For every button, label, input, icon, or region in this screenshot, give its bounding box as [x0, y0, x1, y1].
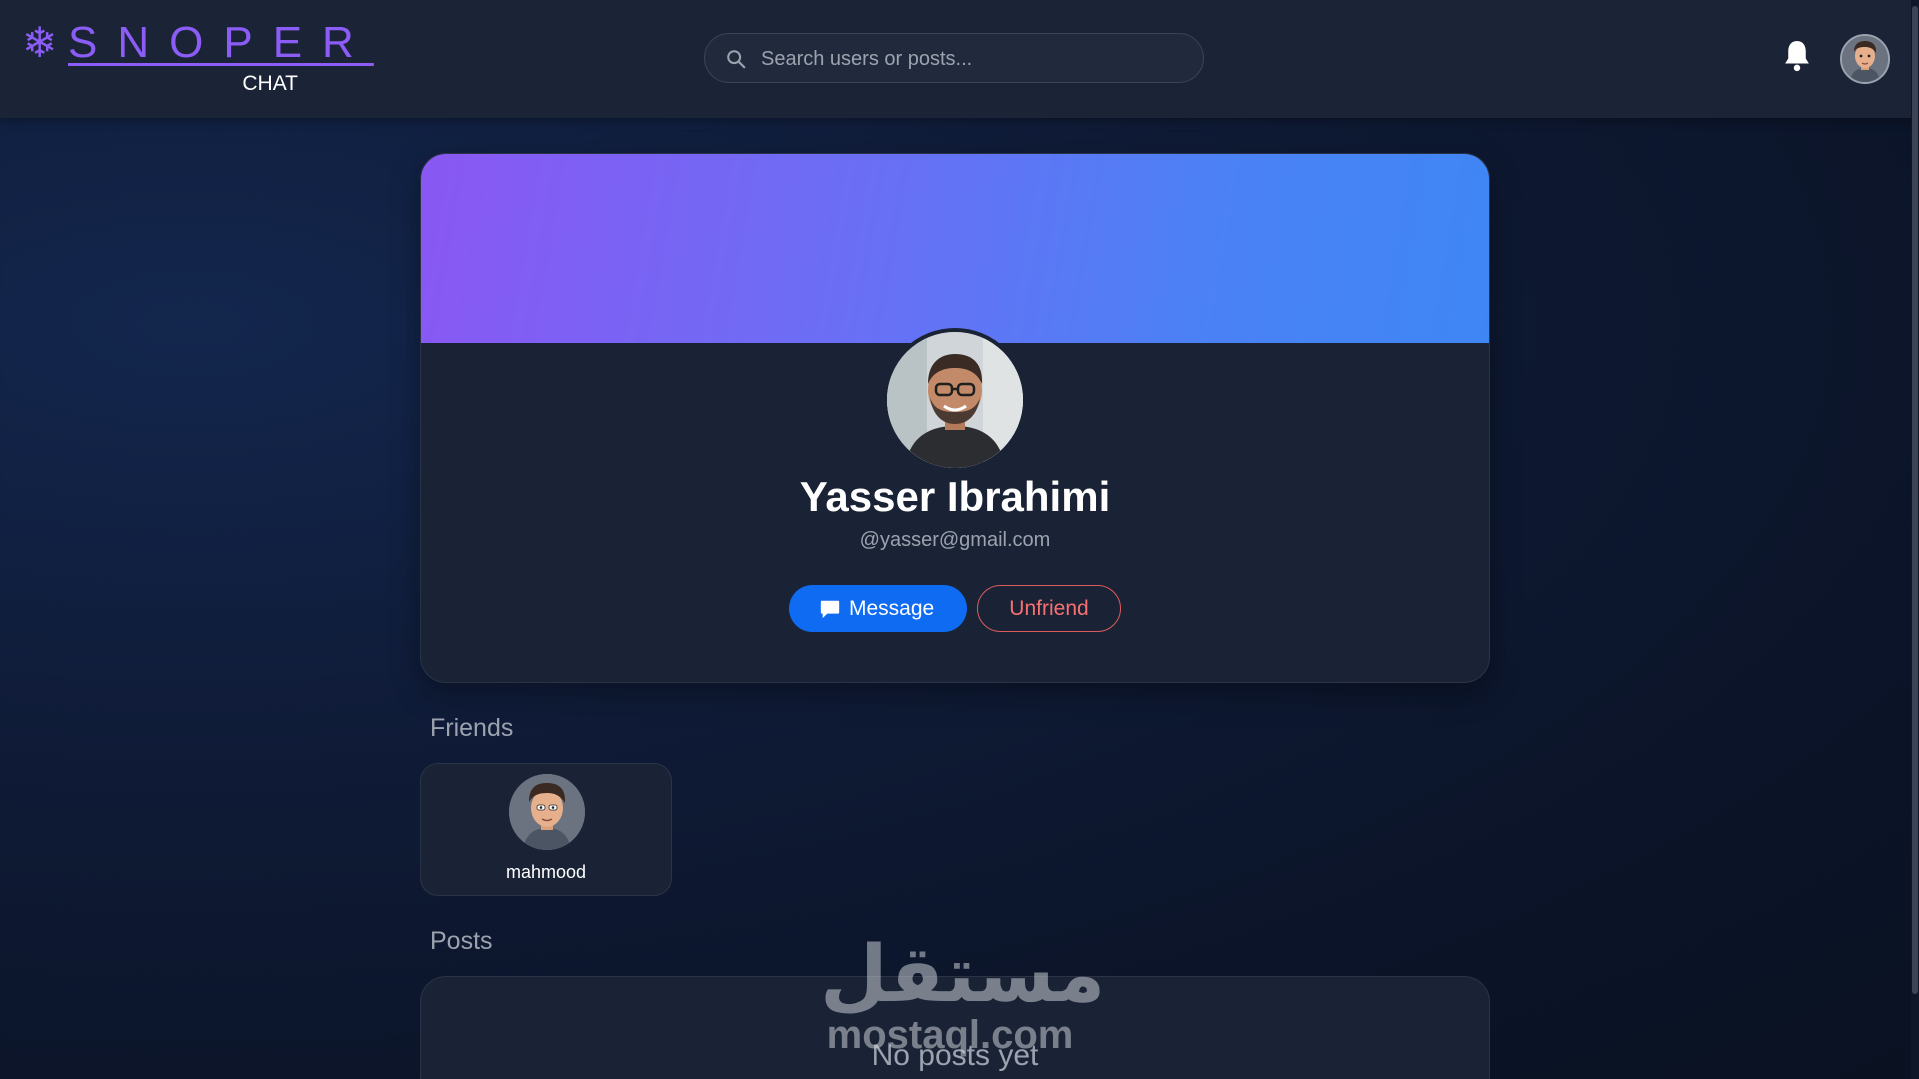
friend-card[interactable]: mahmood: [420, 763, 672, 896]
profile-cover: [421, 154, 1489, 343]
posts-section-title: Posts: [430, 927, 493, 955]
cartoon-avatar-icon: [509, 774, 585, 850]
message-button-label: Message: [849, 597, 935, 620]
profile-email: @yasser@gmail.com: [859, 529, 1051, 551]
profile-name: Yasser Ibrahimi: [799, 473, 1111, 520]
search-bar: [704, 33, 1204, 84]
snowflake-icon: ❄: [22, 19, 58, 66]
friends-section-title: Friends: [430, 714, 514, 742]
scrollbar-track[interactable]: [1911, 0, 1919, 1079]
unfriend-button[interactable]: Unfriend: [977, 585, 1121, 632]
user-avatar[interactable]: [1840, 34, 1890, 84]
search-input[interactable]: [759, 34, 1183, 84]
logo-wordmark: SNOPER: [68, 18, 374, 67]
scrollbar-thumb[interactable]: [1912, 6, 1918, 994]
cartoon-avatar-icon: [1842, 36, 1888, 82]
profile-photo: [887, 332, 1023, 468]
friend-name: mahmood: [505, 862, 587, 882]
chat-bubble-icon: [820, 600, 840, 619]
empty-posts-message: No posts yet: [871, 1039, 1039, 1072]
friend-avatar: [509, 774, 585, 850]
bell-icon[interactable]: [1782, 38, 1812, 74]
top-navbar: ❄ SNOPER CHAT: [0, 0, 1919, 118]
posts-card: No posts yet: [420, 976, 1490, 1079]
search-icon: [727, 50, 746, 69]
profile-avatar: [883, 328, 1027, 472]
profile-card: Yasser Ibrahimi @yasser@gmail.com Messag…: [420, 153, 1490, 683]
app-logo[interactable]: ❄ SNOPER CHAT: [22, 19, 354, 100]
message-button[interactable]: Message: [789, 585, 967, 632]
logo-subtitle: CHAT: [242, 72, 298, 95]
